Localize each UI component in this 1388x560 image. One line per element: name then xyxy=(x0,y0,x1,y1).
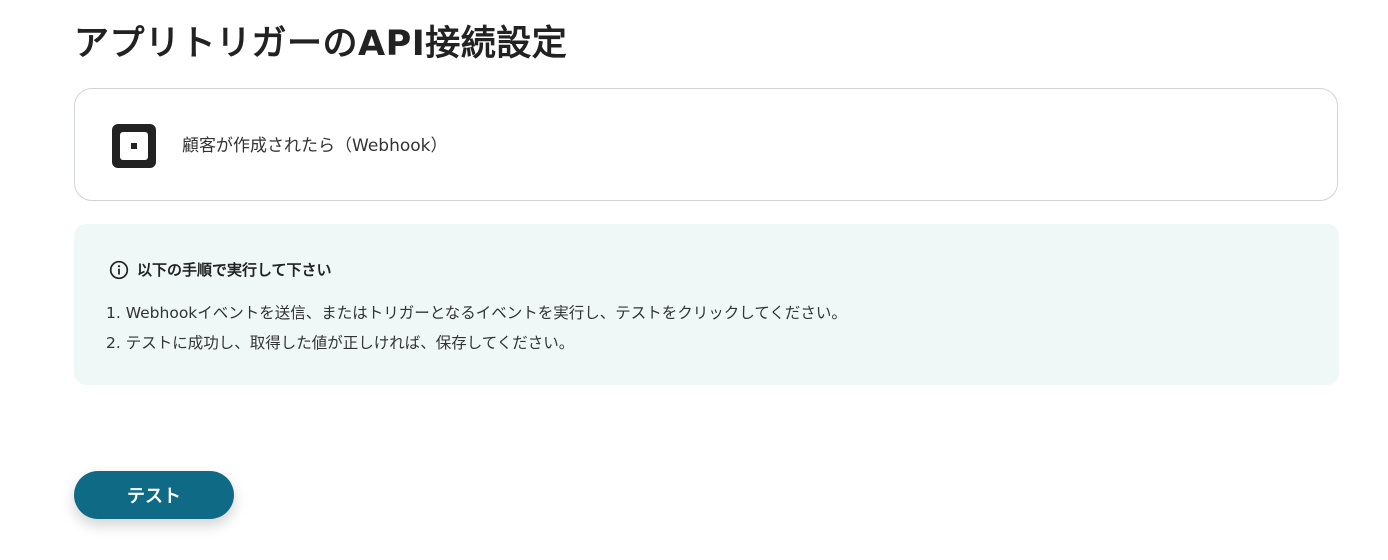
square-logo-center xyxy=(131,143,137,149)
instructions-panel: 以下の手順で実行して下さい 1. Webhookイベントを送信、またはトリガーと… xyxy=(74,224,1339,385)
test-button[interactable]: テスト xyxy=(74,471,234,519)
trigger-label: 顧客が作成されたら（Webhook） xyxy=(182,136,448,156)
instructions-list: 1. Webhookイベントを送信、またはトリガーとなるイベントを実行し、テスト… xyxy=(106,298,847,358)
square-logo-icon xyxy=(112,124,156,168)
page-title: アプリトリガーのAPI接続設定 xyxy=(74,24,568,64)
api-connection-settings-page: アプリトリガーのAPI接続設定 顧客が作成されたら（Webhook） 以下の手順… xyxy=(0,0,1388,560)
trigger-card: 顧客が作成されたら（Webhook） xyxy=(74,88,1338,201)
instructions-heading-text: 以下の手順で実行して下さい xyxy=(137,261,332,279)
instruction-step-1: 1. Webhookイベントを送信、またはトリガーとなるイベントを実行し、テスト… xyxy=(106,304,847,322)
instruction-step-2: 2. テストに成功し、取得した値が正しければ、保存してください。 xyxy=(106,334,575,352)
instructions-heading: 以下の手順で実行して下さい xyxy=(109,259,332,281)
info-icon xyxy=(109,260,129,280)
